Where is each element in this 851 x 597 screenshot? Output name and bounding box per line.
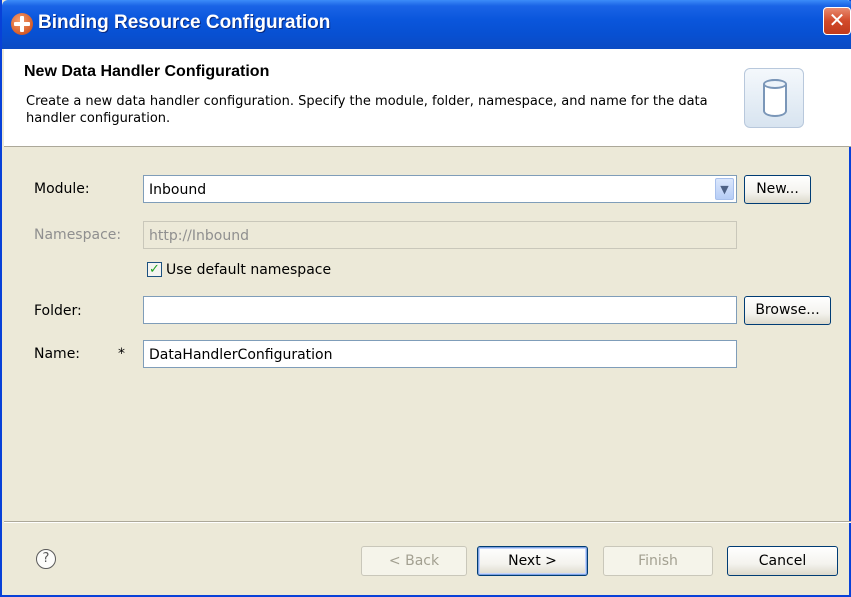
banner-description: Create a new data handler configuration.… xyxy=(26,94,708,126)
folder-field[interactable] xyxy=(143,296,737,324)
name-field[interactable]: DataHandlerConfiguration xyxy=(143,340,737,368)
title-bar[interactable]: Binding Resource Configuration ✕ xyxy=(2,0,851,49)
dialog-window: Binding Resource Configuration ✕ New Dat… xyxy=(0,0,851,597)
namespace-value: http://Inbound xyxy=(149,228,249,244)
use-default-namespace-label[interactable]: Use default namespace xyxy=(166,262,331,278)
next-button[interactable]: Next > xyxy=(477,546,588,576)
new-module-button[interactable]: New... xyxy=(744,175,811,204)
back-button[interactable]: < Back xyxy=(361,546,467,576)
footer-separator xyxy=(4,521,851,523)
wizard-banner: New Data Handler Configuration Create a … xyxy=(4,49,851,147)
banner-title: New Data Handler Configuration xyxy=(24,63,270,80)
module-value: Inbound xyxy=(149,182,207,198)
finish-button[interactable]: Finish xyxy=(603,546,713,576)
use-default-namespace-checkbox[interactable]: ✓ xyxy=(147,262,162,277)
cylinder-shape xyxy=(763,79,787,117)
window-title: Binding Resource Configuration xyxy=(38,12,331,33)
browse-button[interactable]: Browse... xyxy=(744,296,831,325)
module-combo[interactable]: Inbound ▼ xyxy=(143,175,737,203)
help-icon[interactable]: ? xyxy=(36,549,56,569)
folder-label: Folder: xyxy=(34,303,82,319)
module-label: Module: xyxy=(34,181,90,197)
cancel-button[interactable]: Cancel xyxy=(727,546,838,576)
namespace-field[interactable]: http://Inbound xyxy=(143,221,737,249)
chevron-down-icon[interactable]: ▼ xyxy=(715,178,734,200)
name-label: Name: xyxy=(34,346,81,362)
namespace-label: Namespace: xyxy=(34,227,122,243)
name-value: DataHandlerConfiguration xyxy=(149,347,333,363)
required-marker: * xyxy=(118,346,125,362)
data-store-icon xyxy=(744,68,804,128)
binding-app-icon xyxy=(11,13,33,35)
close-button[interactable]: ✕ xyxy=(823,7,851,35)
